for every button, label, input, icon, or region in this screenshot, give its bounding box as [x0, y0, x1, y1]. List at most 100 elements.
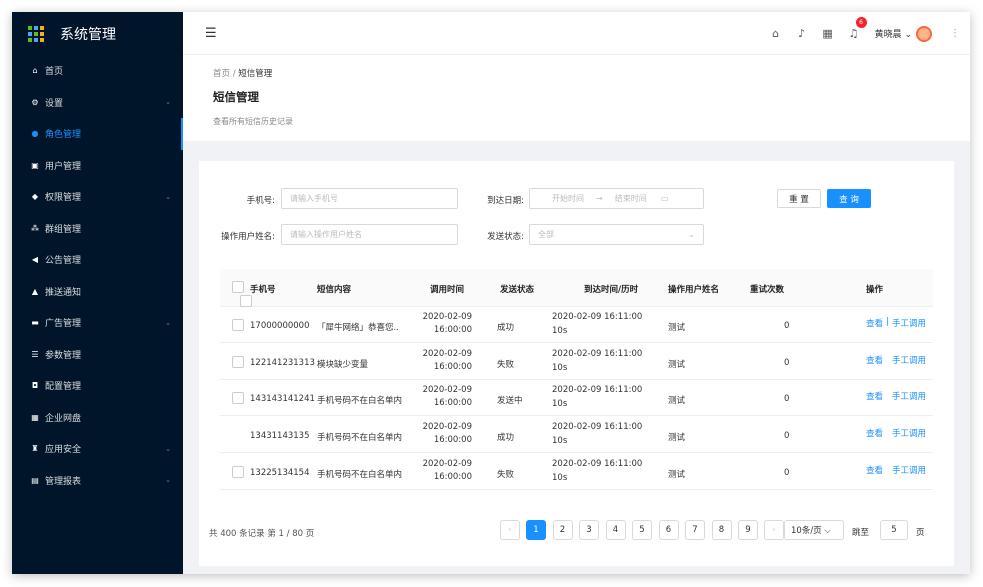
page-button-3[interactable]: 3: [579, 520, 599, 540]
operator-input[interactable]: 请输入操作用户姓名: [281, 224, 458, 245]
headset-icon[interactable]: ♪: [789, 27, 815, 40]
top-header: ☰ ⌂ ♪ ▦ ♫ 6 黄晓晨 ⌄ ⋮: [183, 12, 970, 55]
reset-button[interactable]: 重 置: [777, 189, 821, 208]
table-row: 143143141241 手机号码不在白名单内 2020-02-09 16:00:00…: [220, 380, 933, 416]
manual-call-link[interactable]: 手工调用: [892, 427, 926, 439]
view-link[interactable]: 查看: [866, 390, 883, 402]
next-page-button[interactable]: ›: [764, 520, 784, 540]
sidebar-item-7[interactable]: ▲ 推送通知: [12, 276, 183, 308]
apps-icon[interactable]: ▦: [815, 27, 841, 40]
sidebar-item-label: 配置管理: [45, 382, 82, 393]
page-button-6[interactable]: 6: [658, 520, 679, 540]
sidebar-item-4[interactable]: ◆ 权限管理 ⌄: [12, 181, 183, 213]
breadcrumb-home[interactable]: 首页: [213, 69, 230, 79]
sidebar-item-3[interactable]: ▣ 用户管理: [12, 150, 183, 182]
page-size-select[interactable]: 10条/页 ⌵: [784, 520, 844, 540]
sidebar-item-10[interactable]: ◘ 配置管理: [12, 370, 183, 402]
notification-bell-icon[interactable]: ♫ 6: [841, 17, 867, 40]
view-link[interactable]: 查看: [866, 317, 883, 329]
prev-page-button[interactable]: ‹: [500, 520, 520, 540]
jump-page-input[interactable]: 5: [880, 520, 908, 540]
date-range-picker[interactable]: 开始时间 → 结束时间 ▭: [529, 188, 704, 209]
col-retries: 重试次数: [750, 285, 785, 295]
more-icon[interactable]: ⋮: [950, 28, 960, 39]
view-link[interactable]: 查看: [866, 464, 883, 476]
cell-arrival-time: 2020-02-09 16:11:00: [552, 459, 643, 469]
page-button-7[interactable]: 7: [685, 520, 705, 540]
row-checkbox[interactable]: [232, 319, 244, 331]
role-icon: ●: [31, 129, 39, 139]
sidebar-item-label: 权限管理: [45, 193, 82, 204]
menu-toggle-icon[interactable]: ☰: [205, 26, 217, 41]
sidebar-item-13[interactable]: ▤ 管理报表 ⌄: [12, 465, 183, 497]
sidebar-item-label: 群组管理: [45, 224, 82, 235]
row-checkbox[interactable]: [232, 356, 244, 368]
page-button-4[interactable]: 4: [605, 520, 626, 540]
select-all-checkbox[interactable]: [232, 281, 244, 293]
avatar[interactable]: [916, 25, 932, 42]
cell-phone: 122141231313: [250, 358, 315, 368]
action-separator[interactable]: |: [886, 317, 889, 327]
row-checkbox[interactable]: [232, 466, 244, 478]
chevron-down-icon: ⌄: [165, 192, 171, 201]
cell-call-date: 2020-02-09: [422, 349, 472, 359]
cell-call-time: 16:00:00: [433, 362, 472, 372]
date-label: 到达日期:: [487, 196, 524, 206]
app-logo[interactable]: 系统管理: [12, 12, 183, 55]
col-actions: 操作: [866, 285, 884, 295]
bell-icon: ▲: [31, 286, 39, 296]
jump-label: 跳至: [852, 528, 870, 538]
sidebar-item-9[interactable]: ☰ 参数管理: [12, 339, 183, 371]
cell-duration: 10s: [552, 473, 568, 483]
status-select[interactable]: 全部 ⌄: [529, 224, 704, 245]
date-start: 开始时间: [552, 194, 584, 203]
cell-send-status: 成功: [497, 323, 515, 333]
page-button-5[interactable]: 5: [632, 520, 652, 540]
cell-content: 手机号码不在白名单内: [317, 470, 403, 480]
status-select-value: 全部: [538, 230, 554, 239]
manual-call-link[interactable]: 手工调用: [892, 390, 926, 402]
query-button[interactable]: 查 询: [827, 189, 871, 208]
page-button-9[interactable]: 9: [738, 520, 758, 540]
page-button-2[interactable]: 2: [552, 520, 573, 540]
home-icon[interactable]: ⌂: [763, 27, 789, 40]
sidebar-item-12[interactable]: ♜ 应用安全 ⌄: [12, 433, 183, 465]
cell-arrival-time: 2020-02-09 16:11:00: [552, 422, 643, 432]
select-all-checkbox-shadow: [240, 295, 252, 307]
cell-operator: 测试: [668, 360, 686, 370]
sidebar-item-6[interactable]: ◀ 公告管理: [12, 244, 183, 276]
username-dropdown[interactable]: 黄晓晨 ⌄: [875, 27, 912, 40]
manual-call-link[interactable]: 手工调用: [892, 317, 926, 329]
sidebar-item-label: 首页: [45, 67, 64, 78]
phone-input[interactable]: 请输入手机号: [281, 188, 458, 209]
cell-send-status: 成功: [497, 433, 515, 443]
sidebar-item-1[interactable]: ⚙ 设置 ⌄: [12, 87, 183, 119]
page-header: 首页 / 短信管理 短信管理 查看所有短信历史记录: [183, 55, 970, 141]
chevron-down-icon: ⌄: [688, 230, 695, 239]
page-button-1[interactable]: 1: [526, 520, 546, 540]
manual-call-link[interactable]: 手工调用: [892, 354, 926, 366]
table-row: 122141231313 模块缺少变量 2020-02-09 16:00:00 失败 20…: [220, 344, 933, 380]
cell-retries: 0: [784, 431, 790, 441]
sidebar-item-11[interactable]: ▦ 企业网盘: [12, 402, 183, 434]
view-link[interactable]: 查看: [866, 427, 883, 439]
config-icon: ◘: [31, 381, 39, 391]
sidebar-item-8[interactable]: ▬ 广告管理 ⌄: [12, 307, 183, 339]
cell-call-time: 16:00:00: [433, 398, 472, 408]
row-checkbox[interactable]: [232, 392, 244, 404]
cell-call-time: 16:00:00: [433, 325, 472, 335]
sidebar-item-2[interactable]: ● 角色管理: [12, 118, 183, 150]
cell-duration: 10s: [552, 326, 568, 336]
chevron-down-icon: ⌄: [165, 318, 171, 327]
view-link[interactable]: 查看: [866, 354, 883, 366]
cell-content: 「犀牛网络」恭喜您..: [317, 323, 399, 333]
cell-retries: 0: [784, 358, 790, 368]
table-row: 13431143135 手机号码不在白名单内 2020-02-09 16:00:00 成…: [220, 417, 933, 453]
home-icon: ⌂: [32, 66, 38, 76]
ad-icon: ▬: [31, 318, 39, 328]
sidebar-item-5[interactable]: ⁂ 群组管理: [12, 213, 183, 245]
sidebar-item-0[interactable]: ⌂ 首页: [12, 55, 183, 87]
cell-send-status: 发送中: [497, 396, 523, 406]
manual-call-link[interactable]: 手工调用: [892, 464, 926, 476]
page-button-8[interactable]: 8: [711, 520, 732, 540]
